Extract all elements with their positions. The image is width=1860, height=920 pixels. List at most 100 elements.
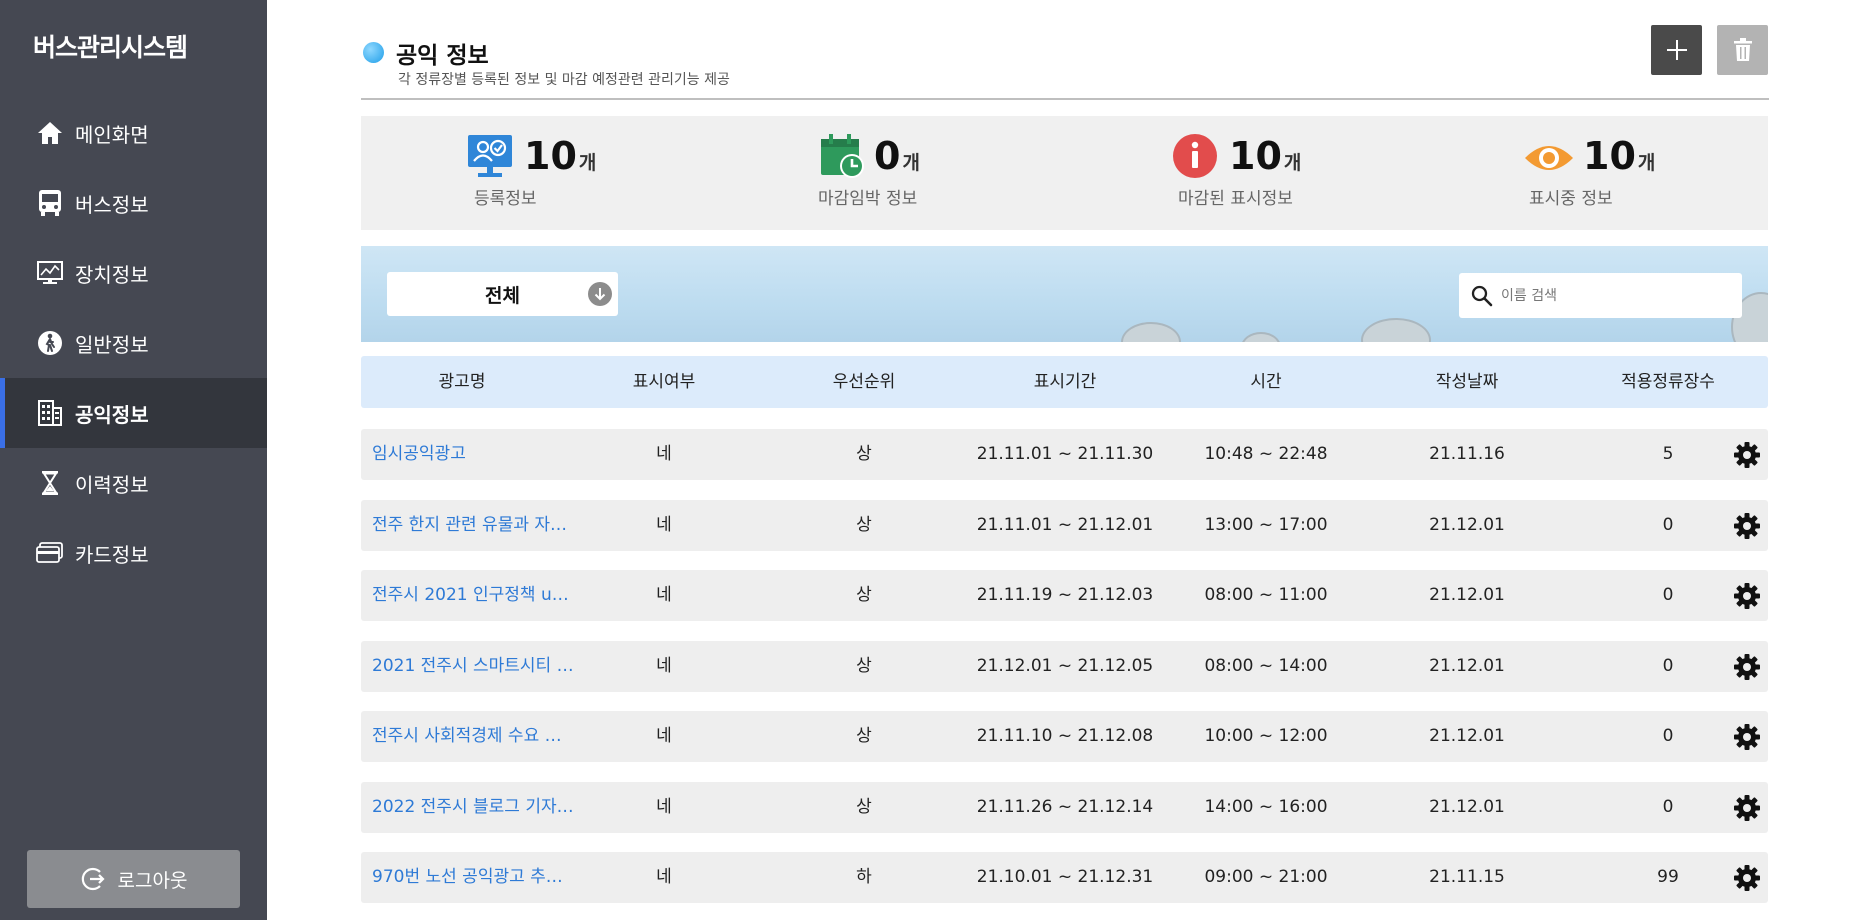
table-row[interactable]: 970번 노선 공익광고 추… 네 하 21.10.01 ~ 21.12.31 09:0… xyxy=(361,852,1768,903)
display-period-cell: 21.11.19 ~ 21.12.03 xyxy=(976,585,1154,605)
ad-name-link[interactable]: 전주 한지 관련 유물과 자… xyxy=(372,500,567,551)
ad-name-link[interactable]: 전주시 2021 인구정책 u… xyxy=(372,570,569,621)
ad-name-link[interactable]: 2022 전주시 블로그 기자… xyxy=(372,782,574,833)
logout-button[interactable]: 로그아웃 xyxy=(27,850,240,908)
sidebar-item-general[interactable]: 일반정보 xyxy=(0,308,267,378)
header-divider xyxy=(361,98,1769,100)
building-icon xyxy=(35,398,65,428)
hourglass-icon xyxy=(35,468,65,498)
search-input[interactable] xyxy=(1501,287,1721,304)
plus-icon xyxy=(1666,40,1687,60)
display-period-cell: 21.11.10 ~ 21.12.08 xyxy=(976,726,1154,746)
settings-gear-icon[interactable] xyxy=(1733,582,1761,610)
settings-gear-icon[interactable] xyxy=(1733,864,1761,892)
logout-label: 로그아웃 xyxy=(117,869,188,892)
time-cell: 10:00 ~ 12:00 xyxy=(1204,726,1328,746)
stop-count-cell: 0 xyxy=(1662,796,1674,817)
display-period-cell: 21.12.01 ~ 21.12.05 xyxy=(976,655,1154,676)
stat-deadline-soon-label: 마감임박 정보 xyxy=(818,189,918,209)
sidebar-item-label: 카드정보 xyxy=(75,542,149,567)
table-row[interactable]: 전주 한지 관련 유물과 자… 네 상 21.11.01 ~ 21.12.01 13:0… xyxy=(361,499,1768,551)
sidebar: 버스관리시스템 메인화면 버스정보 장치정보 일반정보 공익정보 이력정보 카드… xyxy=(0,0,267,920)
display-period-cell: 21.11.01 ~ 21.11.30 xyxy=(976,444,1154,464)
created-date-cell: 21.12.01 xyxy=(1429,655,1505,676)
settings-gear-icon[interactable] xyxy=(1733,653,1761,681)
table-row[interactable]: 임시공익광고 네 상 21.11.01 ~ 21.11.30 10:48 ~ 22:48… xyxy=(361,429,1768,480)
sidebar-item-label: 메인화면 xyxy=(75,122,149,147)
priority-cell: 상 xyxy=(856,585,872,605)
stat-deadline-soon-value: 0개 xyxy=(874,134,920,178)
ad-name-link[interactable]: 970번 노선 공익광고 추… xyxy=(372,852,563,903)
add-button[interactable] xyxy=(1651,25,1702,75)
column-header[interactable]: 표시기간 xyxy=(1034,356,1097,408)
ad-name-link[interactable]: 전주시 사회적경제 수요 … xyxy=(372,711,562,762)
sidebar-item-history[interactable]: 이력정보 xyxy=(0,448,267,518)
display-status-cell: 네 xyxy=(656,514,672,535)
sidebar-nav: 메인화면 버스정보 장치정보 일반정보 공익정보 이력정보 카드정보 xyxy=(0,98,267,588)
priority-cell: 하 xyxy=(856,867,872,887)
stat-registered-label: 등록정보 xyxy=(474,189,537,209)
priority-cell: 상 xyxy=(856,655,872,676)
sidebar-item-bus[interactable]: 버스정보 xyxy=(0,168,267,238)
info-icon xyxy=(1172,133,1218,183)
table-row[interactable]: 2021 전주시 스마트시티 … 네 상 21.12.01 ~ 21.12.05 08:… xyxy=(361,640,1768,692)
stat-displaying-value: 10 개 xyxy=(1583,134,1656,178)
app-brand: 버스관리시스템 xyxy=(33,33,188,62)
sidebar-item-card[interactable]: 카드정보 xyxy=(0,518,267,588)
person-walk-icon xyxy=(35,328,65,358)
page-subtitle: 각 정류장별 등록된 정보 및 마감 예정관련 관리기능 제공 xyxy=(398,72,730,88)
filter-banner: 전체 xyxy=(361,246,1768,342)
delete-button[interactable] xyxy=(1717,25,1768,75)
calendar-clock-icon xyxy=(818,133,866,185)
display-period-cell: 21.11.26 ~ 21.12.14 xyxy=(976,796,1154,817)
sidebar-item-public[interactable]: 공익정보 xyxy=(0,378,267,448)
stat-closed-value: 10 개 xyxy=(1229,134,1302,178)
sidebar-item-main[interactable]: 메인화면 xyxy=(0,98,267,168)
sidebar-item-label: 이력정보 xyxy=(75,472,149,497)
created-date-cell: 21.12.01 xyxy=(1429,726,1505,746)
display-status-cell: 네 xyxy=(656,655,672,676)
sidebar-item-label: 일반정보 xyxy=(75,332,149,357)
display-status-cell: 네 xyxy=(656,726,672,746)
ad-name-link[interactable]: 2021 전주시 스마트시티 … xyxy=(372,641,574,692)
registered-monitor-icon xyxy=(466,133,514,185)
arrow-down-icon xyxy=(588,282,612,306)
priority-cell: 상 xyxy=(856,444,872,464)
table-header: 광고명 표시여부 우선순위 표시기간 시간 작성날짜 적용정류장수 xyxy=(361,356,1768,408)
category-select-value: 전체 xyxy=(485,284,520,307)
stop-count-cell: 5 xyxy=(1662,444,1674,464)
stat-registered-value: 10 개 xyxy=(524,134,597,178)
search-icon xyxy=(1471,285,1493,306)
time-cell: 10:48 ~ 22:48 xyxy=(1204,444,1328,464)
table-row[interactable]: 전주시 사회적경제 수요 … 네 상 21.11.10 ~ 21.12.08 10:00… xyxy=(361,711,1768,762)
settings-gear-icon[interactable] xyxy=(1733,512,1761,540)
bus-icon xyxy=(35,188,65,218)
column-header[interactable]: 적용정류장수 xyxy=(1621,356,1715,408)
stop-count-cell: 0 xyxy=(1662,726,1674,746)
banner-decoration xyxy=(1121,322,1181,342)
logout-icon xyxy=(81,867,105,891)
ad-name-link[interactable]: 임시공익광고 xyxy=(372,429,466,480)
column-header[interactable]: 표시여부 xyxy=(633,356,696,408)
stats-panel: 10 개 등록정보 0개 마감임박 정보 10 개 마감된 표시정보 10 개 표시중… xyxy=(361,116,1768,230)
priority-cell: 상 xyxy=(856,514,872,535)
sidebar-item-device[interactable]: 장치정보 xyxy=(0,238,267,308)
created-date-cell: 21.11.16 xyxy=(1429,444,1505,464)
banner-decoration xyxy=(1361,318,1431,342)
column-header[interactable]: 광고명 xyxy=(439,356,486,408)
priority-cell: 상 xyxy=(856,726,872,746)
sidebar-item-label: 장치정보 xyxy=(75,262,149,287)
settings-gear-icon[interactable] xyxy=(1733,441,1761,469)
time-cell: 09:00 ~ 21:00 xyxy=(1204,867,1328,887)
stop-count-cell: 99 xyxy=(1657,867,1679,887)
stop-count-cell: 0 xyxy=(1662,655,1674,676)
settings-gear-icon[interactable] xyxy=(1733,723,1761,751)
banner-decoration xyxy=(1241,332,1281,342)
table-row[interactable]: 전주시 2021 인구정책 u… 네 상 21.11.19 ~ 21.12.03 08:… xyxy=(361,570,1768,621)
category-select[interactable]: 전체 xyxy=(387,272,618,316)
table-row[interactable]: 2022 전주시 블로그 기자… 네 상 21.11.26 ~ 21.12.14 14:… xyxy=(361,781,1768,833)
column-header[interactable]: 시간 xyxy=(1250,356,1281,408)
column-header[interactable]: 우선순위 xyxy=(833,356,896,408)
column-header[interactable]: 작성날짜 xyxy=(1436,356,1499,408)
settings-gear-icon[interactable] xyxy=(1733,794,1761,822)
